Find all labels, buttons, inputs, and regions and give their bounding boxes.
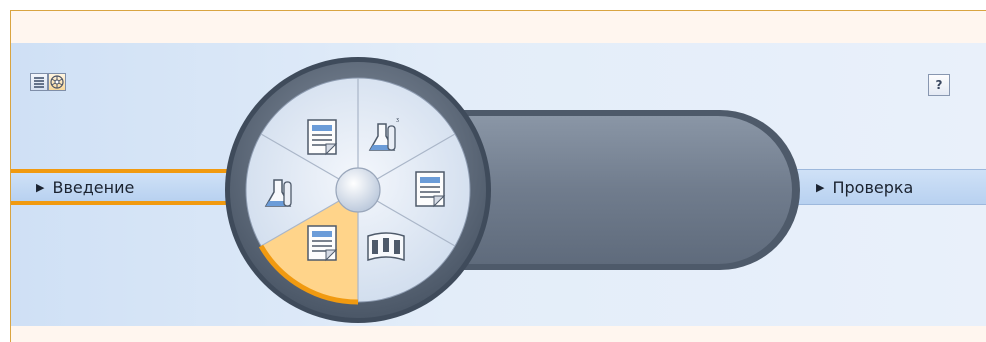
document-icon[interactable]	[307, 119, 338, 156]
document-icon[interactable]	[415, 171, 446, 208]
svg-text:ᶾ: ᶾ	[396, 117, 400, 127]
film-icon[interactable]	[367, 232, 405, 262]
wheel-center-button[interactable]	[335, 167, 381, 213]
content-wheel: ᶾ	[225, 57, 800, 323]
document-icon[interactable]	[307, 225, 338, 262]
